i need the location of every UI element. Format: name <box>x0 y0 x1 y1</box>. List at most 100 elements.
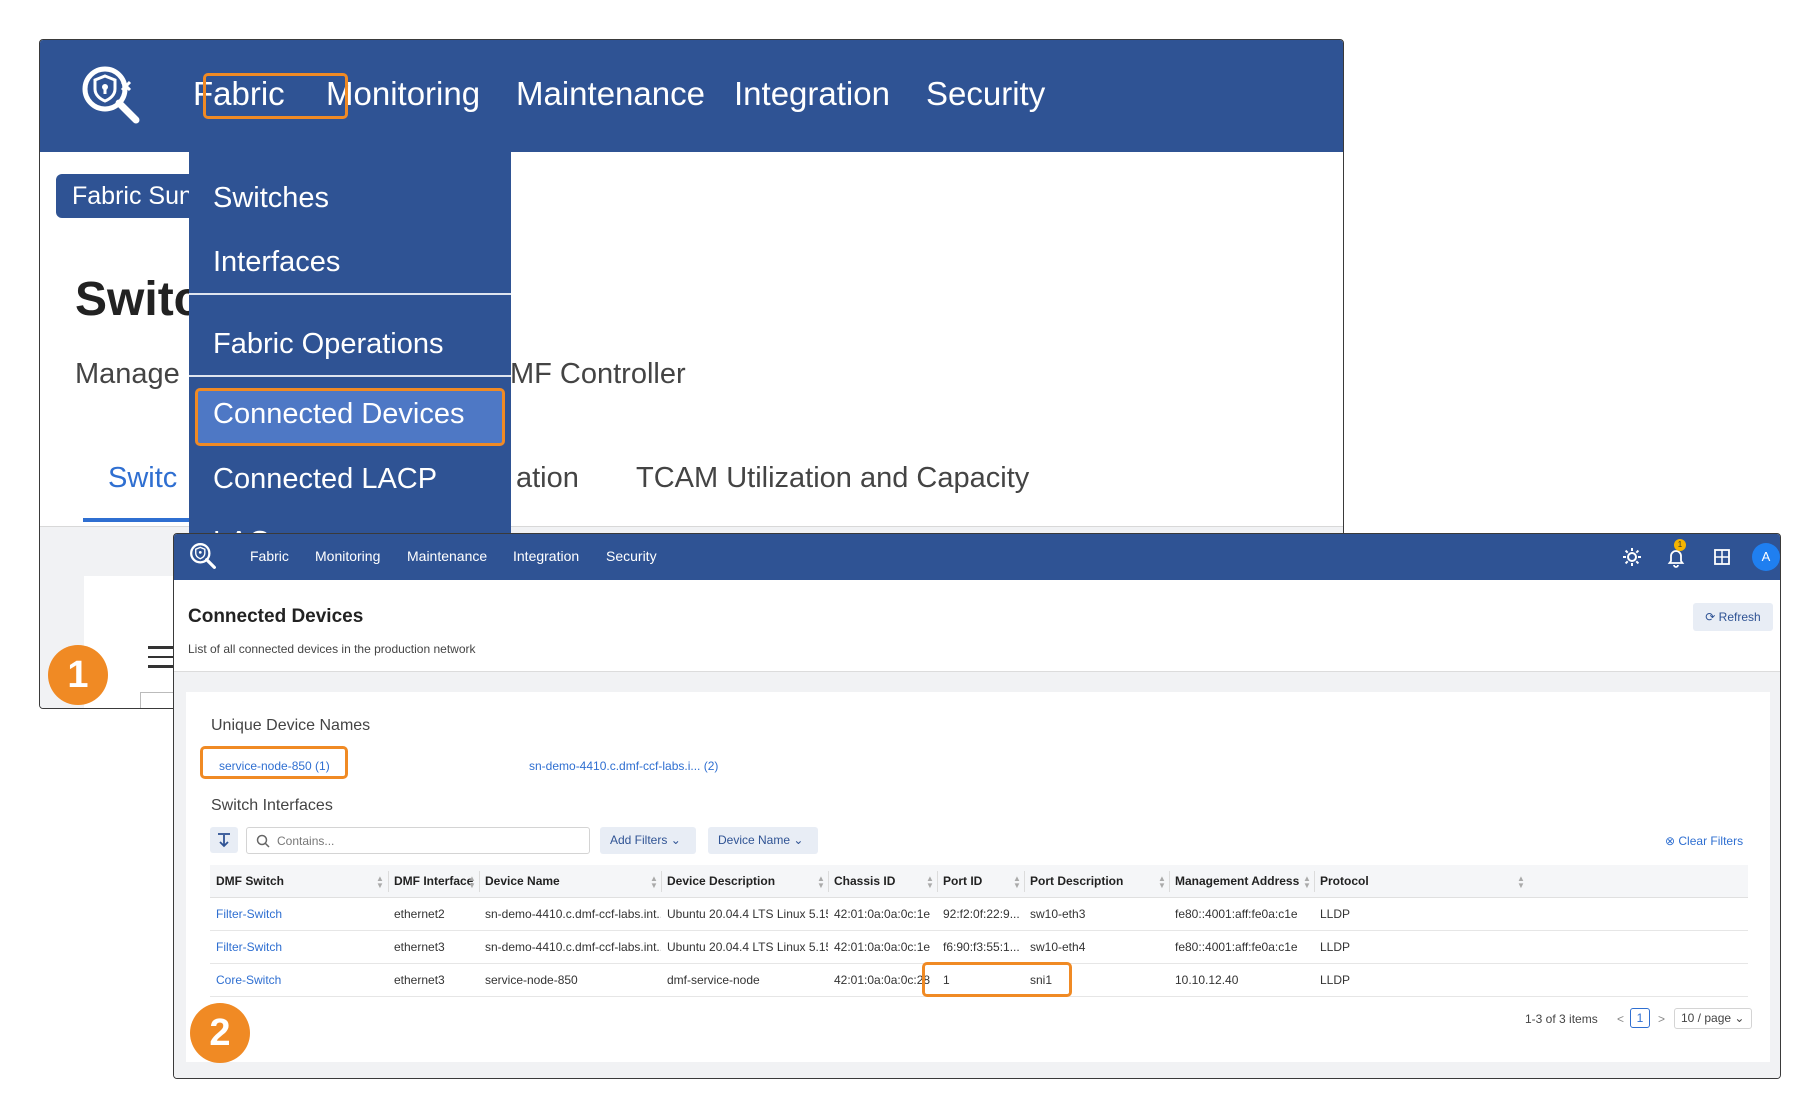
chassis-id-cell: 42:01:0a:0a:0c:1e <box>834 940 931 954</box>
device-name-cell: sn-demo-4410.c.dmf-ccf-labs.int... <box>485 940 661 954</box>
sort-icon[interactable]: ▲ ▼ <box>1158 875 1166 890</box>
pagination-prev-button[interactable]: < <box>1617 1012 1624 1026</box>
column-header-port-description[interactable]: Port Description <box>1024 865 1169 898</box>
menu-item-connected-devices[interactable]: Connected Devices <box>213 398 464 431</box>
sort-icon[interactable]: ▲ ▼ <box>817 875 825 890</box>
magnifier-shield-logo-icon[interactable] <box>78 62 144 128</box>
nav-maintenance[interactable]: Maintenance <box>407 548 487 564</box>
dmf-interface-cell: ethernet3 <box>394 973 445 987</box>
dmf-interface-cell: ethernet3 <box>394 940 445 954</box>
dmf-switch-link[interactable]: Filter-Switch <box>210 931 388 964</box>
page-subtitle: List of all connected devices in the pro… <box>188 642 476 656</box>
gear-icon[interactable] <box>1621 546 1643 568</box>
column-header-device-name[interactable]: Device Name <box>479 865 661 898</box>
device-description-cell: Ubuntu 20.04.4 LTS Linux 5.15... <box>667 907 828 921</box>
sort-icon[interactable]: ▲ ▼ <box>650 875 658 890</box>
nav-monitoring[interactable]: Monitoring <box>315 548 380 564</box>
nav-maintenance[interactable]: Maintenance <box>516 70 705 118</box>
refresh-button[interactable]: ⟳ Refresh <box>1693 603 1773 631</box>
search-input[interactable]: Contains... <box>246 827 590 854</box>
avatar[interactable]: A <box>1752 543 1780 571</box>
device-name-filter-button[interactable]: Device Name ⌄ <box>708 827 818 854</box>
device-description-cell: dmf-service-node <box>667 973 760 987</box>
nav-integration[interactable]: Integration <box>513 548 579 564</box>
device-name-cell: service-node-850 <box>485 973 578 987</box>
column-header-chassis-id[interactable]: Chassis ID <box>828 865 937 898</box>
sort-icon[interactable]: ▲ ▼ <box>1303 875 1311 890</box>
column-header-protocol[interactable]: Protocol <box>1314 865 1514 898</box>
pagination-summary: 1-3 of 3 items <box>1525 1012 1598 1026</box>
unique-device-names-label: Unique Device Names <box>211 717 371 734</box>
screenshot-2: Fabric Monitoring Maintenance Integratio… <box>173 533 1781 1079</box>
column-header-device-description[interactable]: Device Description <box>661 865 828 898</box>
sort-icon[interactable]: ▲ ▼ <box>1013 875 1021 890</box>
tab-switches[interactable]: Switc <box>108 462 177 495</box>
refresh-icon: ⟳ <box>1705 610 1719 624</box>
device-name-cell: sn-demo-4410.c.dmf-ccf-labs.int... <box>485 907 661 921</box>
dmf-switch-link[interactable]: Filter-Switch <box>210 898 388 931</box>
menu-item-connected-lacp[interactable]: Connected LACP <box>213 463 437 496</box>
management-address-cell: fe80::4001:aff:fe0a:c1e <box>1175 940 1298 954</box>
menu-separator <box>189 293 511 295</box>
magnifier-shield-logo-icon[interactable] <box>188 541 218 571</box>
menu-separator <box>189 375 511 377</box>
add-filters-button[interactable]: Add Filters ⌄ <box>600 827 696 854</box>
port-id-cell: f6:90:f3:55:1... <box>943 940 1020 954</box>
page-title: Switc <box>75 273 201 326</box>
tab-tcam-utilization[interactable]: TCAM Utilization and Capacity <box>636 462 1029 495</box>
fabric-summary-chip[interactable]: Fabric Sun <box>56 174 206 218</box>
chevron-down-icon: ⌄ <box>1731 1011 1745 1025</box>
protocol-cell: LLDP <box>1320 907 1351 921</box>
sort-icon[interactable]: ▲ ▼ <box>1517 875 1525 890</box>
column-header-management-address[interactable]: Management Address <box>1169 865 1314 898</box>
table-header-row: DMF Switch ▲ ▼ DMF Interface ▲ ▼ Device Na… <box>210 865 1748 898</box>
page-subtitle-left: Manage <box>75 358 180 390</box>
tab-configuration[interactable]: ation <box>516 462 579 495</box>
grid-icon[interactable] <box>1711 546 1733 568</box>
clear-filters-link[interactable]: ⊗ Clear Filters <box>1665 834 1743 848</box>
page-size-select[interactable]: 10 / page ⌄ <box>1674 1008 1752 1029</box>
table-row: Filter-Switch ethernet3 sn-demo-4410.c.d… <box>210 931 1748 964</box>
search-placeholder: Contains... <box>277 834 335 848</box>
step-badge-1: 1 <box>48 645 108 705</box>
sort-icon[interactable]: ▲ ▼ <box>468 875 476 890</box>
port-description-cell: sw10-eth4 <box>1030 940 1086 954</box>
nav-security[interactable]: Security <box>926 70 1045 118</box>
dmf-interface-cell: ethernet2 <box>394 907 445 921</box>
management-address-cell: fe80::4001:aff:fe0a:c1e <box>1175 907 1298 921</box>
chassis-id-highlight-box <box>922 962 1072 997</box>
sort-icon[interactable]: ▲ ▼ <box>376 875 384 890</box>
export-icon <box>218 833 230 848</box>
pagination-next-button[interactable]: > <box>1658 1012 1665 1026</box>
dmf-switch-link[interactable]: Core-Switch <box>210 964 388 997</box>
nav-monitoring[interactable]: Monitoring <box>326 70 480 118</box>
device-description-cell: Ubuntu 20.04.4 LTS Linux 5.15... <box>667 940 828 954</box>
column-header-dmf-interface[interactable]: DMF Interface <box>388 865 479 898</box>
table-row: Filter-Switch ethernet2 sn-demo-4410.c.d… <box>210 898 1748 931</box>
unique-device-link[interactable]: sn-demo-4410.c.dmf-ccf-labs.i... (2) <box>529 759 718 773</box>
export-button[interactable] <box>210 827 238 853</box>
chevron-down-icon: ⌄ <box>790 833 804 847</box>
sort-icon[interactable]: ▲ ▼ <box>926 875 934 890</box>
clear-filters-icon: ⊗ <box>1665 834 1679 848</box>
menu-item-switches[interactable]: Switches <box>213 182 329 215</box>
refresh-label: Refresh <box>1718 610 1761 624</box>
column-header-dmf-switch[interactable]: DMF Switch <box>210 865 388 898</box>
menu-item-interfaces[interactable]: Interfaces <box>213 246 340 279</box>
nav-integration[interactable]: Integration <box>734 70 890 118</box>
chevron-down-icon: ⌄ <box>667 833 681 847</box>
nav-fabric[interactable]: Fabric <box>250 548 289 564</box>
switch-interfaces-label: Switch Interfaces <box>211 797 333 814</box>
notification-badge: 1 <box>1674 539 1686 551</box>
column-header-port-id[interactable]: Port ID <box>937 865 1024 898</box>
page-title: Connected Devices <box>188 606 364 627</box>
menu-item-fabric-operations[interactable]: Fabric Operations <box>213 328 444 361</box>
port-description-cell: sw10-eth3 <box>1030 907 1086 921</box>
fabric-highlight-box <box>203 73 348 119</box>
page-subtitle-right: MF Controller <box>510 358 686 390</box>
pagination-page-1[interactable]: 1 <box>1630 1008 1650 1028</box>
management-address-cell: 10.10.12.40 <box>1175 973 1239 987</box>
step-badge-2: 2 <box>190 1003 250 1063</box>
top-nav-bar: Fabric Monitoring Maintenance Integratio… <box>174 534 1780 580</box>
nav-security[interactable]: Security <box>606 548 657 564</box>
